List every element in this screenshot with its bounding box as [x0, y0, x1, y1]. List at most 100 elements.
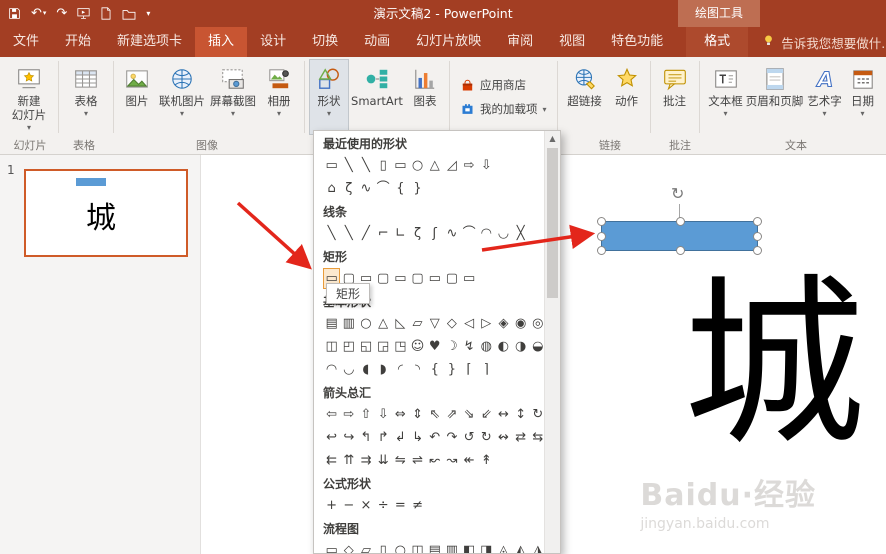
date-time-button[interactable]: 日期 ▾ — [848, 59, 878, 135]
shape-cell[interactable]: ◁ — [461, 313, 478, 334]
screenshot-button[interactable]: 屏幕截图 ▾ — [208, 59, 258, 135]
shape-cell[interactable]: ▷ — [478, 313, 495, 334]
tab-features[interactable]: 特色功能 — [598, 27, 676, 57]
shape-cell[interactable]: ⇉ — [357, 450, 374, 471]
shape-cell[interactable]: { — [426, 359, 443, 380]
tab-format[interactable]: 格式 — [686, 27, 749, 57]
shape-cell[interactable]: ◺ — [392, 313, 409, 334]
scroll-up-icon[interactable]: ▲ — [545, 131, 560, 146]
tab-insert[interactable]: 插入 — [195, 27, 248, 57]
shape-cell[interactable]: ↱ — [375, 427, 392, 448]
shape-cell[interactable]: ◭ — [512, 540, 529, 553]
qat-undo-button[interactable]: ↶ ▾ — [31, 7, 46, 20]
shape-cell[interactable]: ◉ — [512, 313, 529, 334]
tab-custom-tab[interactable]: 新建选项卡 — [104, 27, 195, 57]
shape-cell[interactable]: ↯ — [461, 336, 478, 357]
shape-cell[interactable]: ⇈ — [340, 450, 357, 471]
shape-cell[interactable]: ≠ — [409, 495, 426, 516]
shape-cell[interactable]: ◍ — [478, 336, 495, 357]
shape-cell[interactable]: ⌂ — [323, 178, 340, 199]
shape-cell[interactable]: ○ — [392, 540, 409, 553]
shape-cell[interactable]: ◖ — [357, 359, 374, 380]
shape-cell[interactable]: ▥ — [340, 313, 357, 334]
shape-cell[interactable]: ↔ — [495, 404, 512, 425]
shape-cell[interactable]: ◫ — [409, 540, 426, 553]
shape-cell[interactable]: } — [409, 178, 426, 199]
resize-handle[interactable] — [753, 246, 762, 255]
shape-cell[interactable]: ⇗ — [443, 404, 460, 425]
my-add-ins-button[interactable]: 我的加载项 ▾ — [460, 101, 547, 117]
shape-cell[interactable]: ⌒ — [375, 178, 392, 199]
resize-handle[interactable] — [597, 246, 606, 255]
shape-cell[interactable]: ╲ — [323, 223, 340, 244]
shape-cell[interactable]: ʃ — [426, 223, 443, 244]
shape-cell[interactable]: ▭ — [392, 155, 409, 176]
shape-cell[interactable]: ◇ — [340, 540, 357, 553]
photo-album-button[interactable]: 相册 ▾ — [258, 59, 300, 135]
comment-button[interactable]: 批注 — [655, 59, 695, 135]
shape-cell[interactable]: } — [443, 359, 460, 380]
tab-slideshow[interactable]: 幻灯片放映 — [403, 27, 494, 57]
shape-cell[interactable]: ⇖ — [426, 404, 443, 425]
chart-button[interactable]: 图表 — [405, 59, 445, 135]
shape-cell[interactable]: ◬ — [495, 540, 512, 553]
shape-cell[interactable]: ↟ — [478, 450, 495, 471]
shape-cell[interactable]: = — [392, 495, 409, 516]
shape-cell[interactable]: ∿ — [357, 178, 374, 199]
shape-cell[interactable]: ⇨ — [340, 404, 357, 425]
shape-cell[interactable]: ∿ — [443, 223, 460, 244]
new-slide-button[interactable]: 新建 幻灯片 ▾ — [4, 59, 54, 135]
shape-cell[interactable]: ◡ — [340, 359, 357, 380]
qat-save-button[interactable] — [8, 7, 21, 20]
resize-handle[interactable] — [753, 232, 762, 241]
shape-cell[interactable]: ⇨ — [461, 155, 478, 176]
tab-file[interactable]: 文件 — [0, 27, 52, 57]
shape-cell[interactable]: × — [357, 495, 374, 516]
shape-cell[interactable]: ⇄ — [512, 427, 529, 448]
qat-slideshow-button[interactable] — [77, 7, 90, 20]
shape-cell[interactable]: ◳ — [392, 336, 409, 357]
tab-animations[interactable]: 动画 — [351, 27, 403, 57]
tab-home[interactable]: 开始 — [52, 27, 104, 57]
shape-cell[interactable]: ▱ — [357, 540, 374, 553]
text-box-button[interactable]: 文本框 ▾ — [704, 59, 748, 135]
action-button[interactable]: 动作 — [608, 59, 646, 135]
shape-cell[interactable]: ⇕ — [409, 404, 426, 425]
shape-cell[interactable]: ♥ — [426, 336, 443, 357]
shape-cell[interactable]: ◡ — [495, 223, 512, 244]
shape-cell[interactable]: ◿ — [443, 155, 460, 176]
tell-me-box[interactable]: 告诉我您想要做什... — [748, 27, 886, 57]
shape-cell[interactable]: ▥ — [443, 540, 460, 553]
shape-cell[interactable]: ◈ — [495, 313, 512, 334]
shape-cell[interactable]: ↷ — [443, 427, 460, 448]
shape-cell[interactable]: ▢ — [409, 268, 426, 289]
shape-cell[interactable]: ▯ — [375, 155, 392, 176]
resize-handle[interactable] — [675, 246, 685, 255]
shape-cell[interactable]: ◰ — [340, 336, 357, 357]
shape-cell[interactable]: ↞ — [461, 450, 478, 471]
store-button[interactable]: 应用商店 — [460, 77, 547, 93]
shape-cell[interactable]: ╳ — [512, 223, 529, 244]
header-footer-button[interactable]: 页眉和页脚 — [746, 59, 803, 135]
shape-cell[interactable]: ▢ — [443, 268, 460, 289]
table-button[interactable]: 表格 ▾ — [63, 59, 109, 135]
shape-cell[interactable]: ▤ — [426, 540, 443, 553]
shape-cell[interactable]: ⇘ — [461, 404, 478, 425]
shape-cell[interactable]: ↳ — [409, 427, 426, 448]
shape-cell[interactable]: ☽ — [443, 336, 460, 357]
shape-cell[interactable]: △ — [426, 155, 443, 176]
shape-cell[interactable]: ▭ — [461, 268, 478, 289]
shape-cell[interactable]: ◐ — [495, 336, 512, 357]
shape-cell[interactable]: ◜ — [392, 359, 409, 380]
shape-cell[interactable]: ╱ — [357, 223, 374, 244]
qat-redo-button[interactable]: ↷ — [56, 7, 67, 20]
shape-cell[interactable]: − — [340, 495, 357, 516]
shape-cell[interactable]: ↲ — [392, 427, 409, 448]
shape-cell[interactable]: ζ — [409, 223, 426, 244]
shape-cell[interactable]: + — [323, 495, 340, 516]
shape-cell[interactable]: ◝ — [409, 359, 426, 380]
shape-cell[interactable]: ▭ — [323, 540, 340, 553]
shapes-button[interactable]: 形状 ▾ — [309, 59, 349, 135]
shape-cell[interactable]: ◠ — [478, 223, 495, 244]
shape-cell[interactable]: ⇇ — [323, 450, 340, 471]
